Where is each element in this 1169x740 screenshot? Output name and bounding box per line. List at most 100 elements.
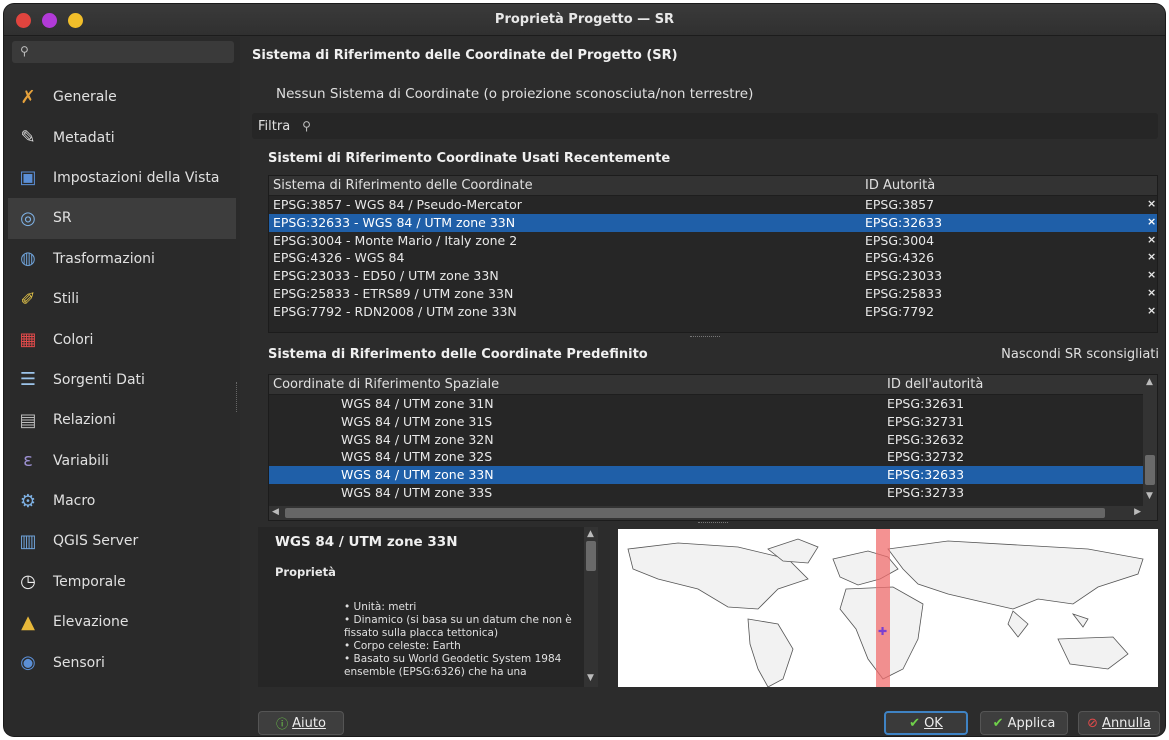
remove-recent-icon[interactable]: ×	[1147, 233, 1156, 246]
clock-icon: ◷	[20, 571, 36, 593]
sidebar-item-generale[interactable]: ✗ Generale	[8, 77, 236, 117]
sidebar-item-stili[interactable]: ✐ Stili	[8, 279, 236, 319]
predefined-crs-rows: WGS 84 / UTM zone 31N EPSG:32631 WGS 84 / …	[269, 395, 1157, 507]
column-header-authority-id[interactable]: ID dell'autorità	[887, 377, 983, 392]
sidebar-item-metadati[interactable]: ✎ Metadati	[8, 117, 236, 157]
sensor-icon: ◉	[20, 652, 36, 674]
main-panel: Sistema di Riferimento delle Coordinate …	[250, 37, 1161, 736]
remove-recent-icon[interactable]: ×	[1147, 197, 1156, 210]
sidebar-item-macro[interactable]: ⚙ Macro	[8, 481, 236, 521]
table-row[interactable]: EPSG:3857 - WGS 84 / Pseudo-Mercator EPSG…	[269, 196, 1157, 214]
project-crs-title: Sistema di Riferimento delle Coordinate …	[252, 48, 678, 63]
table-row[interactable]: WGS 84 / UTM zone 33N EPSG:32633	[269, 466, 1145, 484]
cancel-button[interactable]: ⊘ Annulla	[1078, 711, 1160, 735]
crs-authority-id: EPSG:32632	[887, 431, 965, 447]
window-title: Proprietà Progetto — SR	[494, 12, 675, 27]
title-bar: Proprietà Progetto — SR	[4, 4, 1165, 36]
sidebar-item-label: SR	[53, 210, 72, 227]
splitter-handle[interactable]	[236, 382, 239, 412]
crs-authority-id: EPSG:4326	[865, 250, 935, 266]
crs-authority-id: EPSG:3857	[865, 197, 935, 212]
sidebar-item-label: Elevazione	[53, 614, 129, 631]
splitter-handle[interactable]	[690, 336, 720, 338]
sidebar-item-label: Trasformazioni	[53, 250, 155, 267]
table-row[interactable]: WGS 84 / UTM zone 31N EPSG:32631	[269, 395, 1145, 413]
scrollbar-thumb[interactable]	[586, 541, 596, 571]
filter-bar: Filtra ⚲	[252, 113, 1158, 139]
remove-recent-icon[interactable]: ×	[1147, 268, 1156, 281]
table-row[interactable]: WGS 84 / UTM zone 32S EPSG:32732	[269, 448, 1145, 466]
recent-crs-header: Sistema di Riferimento delle Coordinate …	[269, 176, 1157, 196]
table-row[interactable]: EPSG:32633 - WGS 84 / UTM zone 33N EPSG:3…	[269, 213, 1157, 232]
no-crs-checkbox-label[interactable]: Nessun Sistema di Coordinate (o proiezio…	[276, 86, 753, 102]
table-row[interactable]: WGS 84 / UTM zone 32N EPSG:32632	[269, 431, 1145, 449]
predefined-crs-table: Coordinate di Riferimento Spaziale ID de…	[268, 374, 1158, 521]
scroll-left-icon[interactable]: ◀	[272, 507, 279, 517]
table-row[interactable]: WGS 84 / UTM zone 33S EPSG:32733	[269, 484, 1145, 502]
check-icon: ✔	[992, 715, 1004, 731]
sidebar-item-impostazioni-della-vista[interactable]: ▣ Impostazioni della Vista	[8, 158, 236, 198]
ok-button[interactable]: ✔ OK	[884, 711, 968, 735]
filter-input[interactable]	[316, 119, 1158, 133]
table-row[interactable]: EPSG:25833 - ETRS89 / UTM zone 33N EPSG:2…	[269, 285, 1157, 303]
column-header-authority-id[interactable]: ID Autorità	[865, 178, 935, 193]
sidebar-item-sorgenti-dati[interactable]: ☰ Sorgenti Dati	[8, 360, 236, 400]
vertical-scrollbar[interactable]: ▲ ▼	[1143, 375, 1157, 506]
scrollbar-thumb[interactable]	[285, 508, 1105, 518]
sidebar-item-trasformazioni[interactable]: ◍ Trasformazioni	[8, 239, 236, 279]
sidebar-item-label: Stili	[53, 291, 80, 308]
property-item: Basato su World Geodetic System 1984 ens…	[344, 653, 594, 679]
globe-transform-icon: ◍	[20, 248, 36, 270]
table-row[interactable]: WGS 84 / UTM zone 31S EPSG:32731	[269, 413, 1145, 431]
relations-icon: ▤	[19, 409, 37, 431]
crs-authority-id: EPSG:32732	[887, 449, 965, 465]
table-row[interactable]: EPSG:23033 - ED50 / UTM zone 33N EPSG:230…	[269, 267, 1157, 285]
search-icon: ⚲	[20, 44, 29, 58]
sidebar-item-sr[interactable]: ◎ SR	[8, 198, 236, 239]
map-view-icon: ▣	[19, 167, 37, 189]
horizontal-scrollbar[interactable]: ◀ ▶	[269, 506, 1157, 520]
properties-heading: Proprietà	[275, 565, 336, 579]
crs-authority-id: EPSG:32733	[887, 484, 965, 500]
predefined-crs-title: Sistema di Riferimento delle Coordinate …	[268, 347, 648, 362]
filter-label: Filtra	[258, 118, 291, 134]
remove-recent-icon[interactable]: ×	[1147, 250, 1156, 263]
scroll-down-icon[interactable]: ▼	[587, 673, 594, 683]
scroll-right-icon[interactable]: ▶	[1134, 507, 1141, 517]
crs-name: WGS 84 / UTM zone 33N	[341, 467, 494, 483]
vertical-scrollbar[interactable]: ▲ ▼	[584, 527, 598, 687]
scroll-up-icon[interactable]: ▲	[587, 529, 594, 539]
crs-extent-band	[876, 529, 890, 687]
remove-recent-icon[interactable]: ×	[1147, 304, 1156, 317]
hide-deprecated-checkbox[interactable]: Nascondi SR sconsigliati	[1001, 347, 1159, 362]
crs-authority-id: EPSG:32633	[887, 467, 965, 483]
column-header-crs[interactable]: Sistema di Riferimento delle Coordinate	[273, 178, 533, 193]
brush-icon: ✐	[20, 288, 36, 310]
sidebar-item-variabili[interactable]: ε Variabili	[8, 441, 236, 481]
column-header-spatial-reference[interactable]: Coordinate di Riferimento Spaziale	[273, 377, 499, 392]
sidebar-item-relazioni[interactable]: ▤ Relazioni	[8, 400, 236, 440]
scroll-down-icon[interactable]: ▼	[1146, 491, 1153, 501]
sidebar-item-temporale[interactable]: ◷ Temporale	[8, 562, 236, 602]
splitter-handle[interactable]	[698, 522, 728, 524]
help-button[interactable]: ⓘ Aiuto	[258, 711, 344, 735]
remove-recent-icon[interactable]: ×	[1147, 286, 1156, 299]
apply-button[interactable]: ✔ Applica	[980, 711, 1068, 735]
sidebar-item-elevazione[interactable]: ▲ Elevazione	[8, 602, 236, 642]
remove-recent-icon[interactable]: ×	[1147, 215, 1156, 228]
sidebar-item-qgis-server[interactable]: ▥ QGIS Server	[8, 521, 236, 561]
scroll-up-icon[interactable]: ▲	[1146, 377, 1153, 387]
table-row[interactable]: EPSG:7792 - RDN2008 / UTM zone 33N EPSG:7…	[269, 303, 1157, 321]
crs-name: EPSG:23033 - ED50 / UTM zone 33N	[273, 268, 499, 284]
elevation-icon: ▲	[21, 611, 35, 633]
sidebar-item-colori[interactable]: ▦ Colori	[8, 319, 236, 359]
data-source-icon: ☰	[19, 369, 37, 391]
table-row[interactable]: EPSG:4326 - WGS 84 EPSG:4326 ×	[269, 249, 1157, 267]
sidebar-item-label: Metadati	[53, 129, 115, 146]
scrollbar-thumb[interactable]	[1145, 455, 1155, 485]
crs-name: EPSG:3004 - Monte Mario / Italy zone 2	[273, 232, 518, 248]
crs-name: EPSG:32633 - WGS 84 / UTM zone 33N	[273, 214, 516, 230]
sidebar-item-sensori[interactable]: ◉ Sensori	[8, 642, 236, 682]
sidebar-search-input[interactable]: ⚲	[12, 41, 234, 63]
table-row[interactable]: EPSG:3004 - Monte Mario / Italy zone 2 EP…	[269, 232, 1157, 250]
